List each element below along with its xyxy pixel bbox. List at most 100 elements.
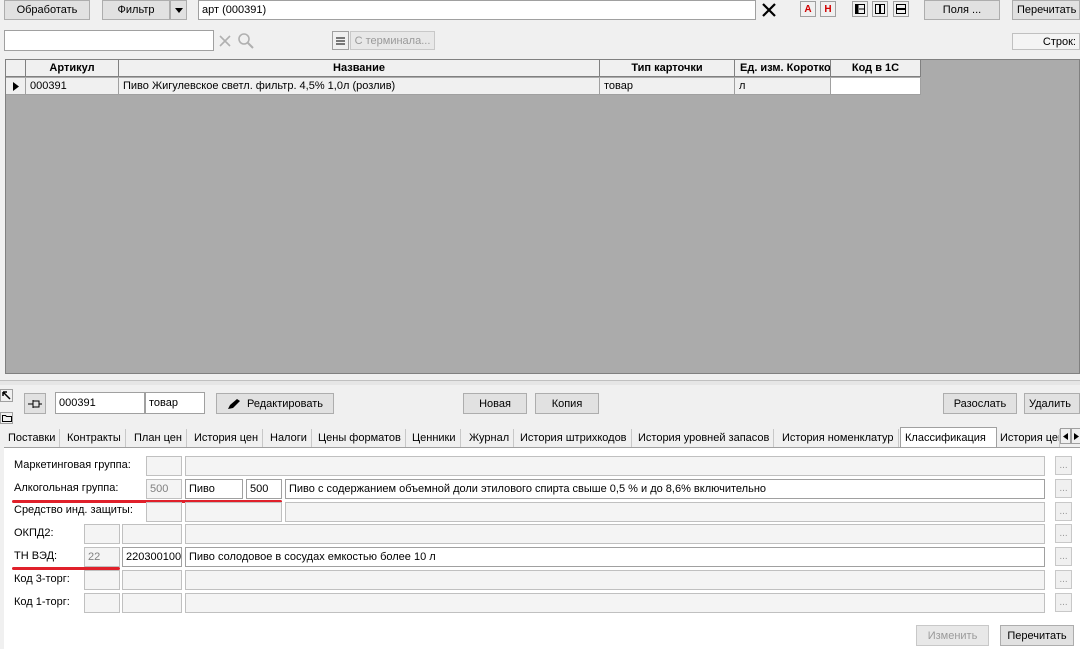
tab-barcode-history[interactable]: История штрихкодов — [516, 429, 632, 447]
highlight-a-button[interactable]: A — [800, 1, 816, 17]
alcohol-group-label: Алкогольная группа: — [14, 482, 119, 494]
code1-full-field[interactable] — [122, 593, 182, 613]
alcohol-name-field[interactable]: Пиво — [185, 479, 243, 499]
copy-button[interactable]: Копия — [535, 393, 599, 414]
pencil-icon — [228, 398, 240, 409]
code3-code-field[interactable] — [84, 570, 120, 590]
tab-scroll-right-icon[interactable] — [1071, 428, 1080, 444]
send-button[interactable]: Разослать — [943, 393, 1017, 414]
tab-price-tags[interactable]: Ценники — [408, 429, 461, 447]
tab-taxes[interactable]: Налоги — [266, 429, 312, 447]
current-row-indicator — [6, 78, 26, 95]
change-button[interactable]: Изменить — [916, 625, 989, 646]
tab-nomenclature-history[interactable]: История номенклатур — [778, 429, 899, 447]
protection-browse-button[interactable]: ... — [1055, 502, 1072, 521]
okpd2-desc-field[interactable] — [185, 524, 1045, 544]
okpd2-full-field[interactable] — [122, 524, 182, 544]
layout-left-icon[interactable] — [852, 1, 868, 17]
tnved-code-field[interactable]: 22 — [84, 547, 120, 567]
process-button[interactable]: Обработать — [4, 0, 90, 20]
tab-contracts[interactable]: Контракты — [63, 429, 126, 447]
clear-search-icon[interactable] — [216, 31, 234, 50]
table-cell[interactable]: 000391 — [26, 78, 119, 95]
filter-dropdown-button[interactable] — [170, 0, 187, 20]
tab-classification[interactable]: Классификация — [900, 427, 997, 448]
recalc-bottom-button[interactable]: Перечитать — [1000, 625, 1074, 646]
column-header[interactable]: Код в 1С — [831, 60, 921, 77]
filter-text-field[interactable]: арт (000391) — [198, 0, 756, 20]
code1-desc-field[interactable] — [185, 593, 1045, 613]
table-cell[interactable]: Пиво Жигулевское светл. фильтр. 4,5% 1,0… — [119, 78, 600, 95]
list-icon[interactable] — [332, 31, 349, 50]
tnved-browse-button[interactable]: ... — [1055, 547, 1072, 566]
tab-price-history-2[interactable]: История цен — [996, 429, 1060, 447]
tab-supplies[interactable]: Поставки — [4, 429, 61, 447]
marketing-group-label: Маркетинговая группа: — [14, 459, 131, 471]
table-cell[interactable]: товар — [600, 78, 735, 95]
code1-code-field[interactable] — [84, 593, 120, 613]
card-type-field[interactable]: товар — [145, 392, 205, 414]
pin-icon — [28, 399, 42, 408]
code3-browse-button[interactable]: ... — [1055, 570, 1072, 589]
column-header[interactable]: Тип карточки — [600, 60, 735, 77]
alcohol-code2-field[interactable]: 500 — [246, 479, 282, 499]
protection-name-field[interactable] — [185, 502, 282, 522]
new-button[interactable]: Новая — [463, 393, 527, 414]
column-header[interactable]: Артикул — [26, 60, 119, 77]
delete-button[interactable]: Удалить — [1024, 393, 1080, 414]
folder-icon[interactable] — [0, 412, 13, 424]
table-cell[interactable] — [831, 78, 921, 95]
okpd2-code-field[interactable] — [84, 524, 120, 544]
alcohol-description-field[interactable]: Пиво с содержанием объемной доли этилово… — [285, 479, 1045, 499]
code1-browse-button[interactable]: ... — [1055, 593, 1072, 612]
filter-label: Фильтр — [117, 4, 155, 16]
fields-button[interactable]: Поля ... — [924, 0, 1000, 20]
layout-columns-icon[interactable] — [872, 1, 888, 17]
code1-label: Код 1-торг: — [14, 596, 70, 608]
recalc-top-button[interactable]: Перечитать — [1012, 0, 1080, 20]
layout-rows-icon[interactable] — [893, 1, 909, 17]
delete-label: Удалить — [1029, 397, 1071, 410]
edit-button[interactable]: Редактировать — [216, 393, 334, 414]
tab-scroll-left-icon[interactable] — [1060, 428, 1071, 444]
items-grid[interactable]: Артикул Название Тип карточки Ед. изм. К… — [5, 59, 1080, 374]
code3-desc-field[interactable] — [185, 570, 1045, 590]
rows-counter: Строк: — [1012, 33, 1080, 50]
column-header[interactable]: Название — [119, 60, 600, 77]
h-label: H — [824, 3, 832, 15]
highlight-h-button[interactable]: H — [820, 1, 836, 17]
tab-format-prices[interactable]: Цены форматов — [314, 429, 406, 447]
protection-code-field[interactable] — [146, 502, 182, 522]
tab-price-history[interactable]: История цен — [190, 429, 264, 447]
alcohol-code-field[interactable]: 500 — [146, 479, 182, 499]
marketing-name-field[interactable] — [185, 456, 1045, 476]
collapse-arrow-icon[interactable] — [0, 389, 13, 402]
search-input[interactable] — [4, 30, 214, 51]
card-article-field[interactable]: 000391 — [55, 392, 145, 414]
marketing-browse-button[interactable]: ... — [1055, 456, 1072, 475]
from-terminal-button[interactable]: С терминала... — [350, 31, 435, 50]
protection-label: Средство инд. защиты: — [14, 504, 133, 516]
code3-label: Код 3-торг: — [14, 573, 70, 585]
tnved-desc-field[interactable]: Пиво солодовое в сосудах емкостью более … — [185, 547, 1045, 567]
search-icon[interactable] — [236, 31, 255, 50]
alcohol-browse-button[interactable]: ... — [1055, 479, 1072, 498]
table-cell[interactable]: л — [735, 78, 831, 95]
process-label: Обработать — [16, 4, 78, 16]
pin-button[interactable] — [24, 393, 46, 414]
tab-journal[interactable]: Журнал — [465, 429, 515, 447]
tab-bar: Поставки Контракты План цен История цен … — [4, 427, 1080, 448]
arrow-right-icon — [12, 81, 19, 91]
okpd2-browse-button[interactable]: ... — [1055, 524, 1072, 543]
tab-stock-history[interactable]: История уровней запасов — [634, 429, 775, 447]
code3-full-field[interactable] — [122, 570, 182, 590]
column-header[interactable]: Ед. изм. Короткое — [735, 60, 831, 77]
tab-price-plan[interactable]: План цен — [130, 429, 187, 447]
filter-button[interactable]: Фильтр — [102, 0, 170, 20]
clear-filter-icon[interactable] — [760, 1, 778, 19]
tnved-full-field[interactable]: 2203001000 — [122, 547, 182, 567]
splitter[interactable] — [0, 380, 1080, 385]
chevron-down-icon — [174, 7, 183, 13]
protection-desc-field[interactable] — [285, 502, 1045, 522]
marketing-code-field[interactable] — [146, 456, 182, 476]
